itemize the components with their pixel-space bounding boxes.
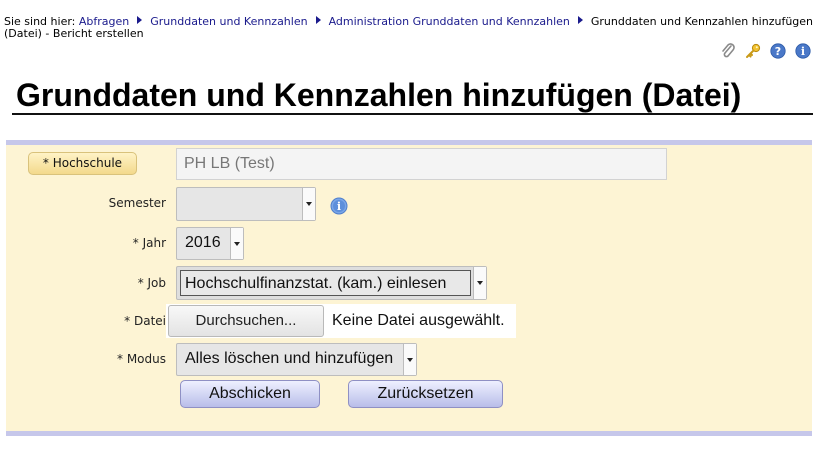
svg-text:i: i <box>801 45 805 58</box>
browse-button[interactable]: Durchsuchen... <box>168 305 324 337</box>
jahr-value: 2016 <box>185 234 221 251</box>
file-status: Keine Datei ausgewählt. <box>332 312 505 329</box>
key-icon[interactable] <box>745 43 761 59</box>
hochschule-field: PH LB (Test) <box>176 148 667 180</box>
svg-text:?: ? <box>775 45 781 58</box>
chevron-down-icon <box>230 228 243 259</box>
hochschule-label-button[interactable]: * Hochschule <box>28 152 137 175</box>
modus-select[interactable]: Alles löschen und hinzufügen <box>176 343 417 376</box>
breadcrumb-arrow-icon <box>137 16 143 24</box>
title-divider <box>12 113 813 115</box>
modus-label: * Modus <box>117 352 166 366</box>
breadcrumb-arrow-icon <box>577 16 583 24</box>
semester-info-icon[interactable]: i <box>330 197 348 215</box>
semester-label: Semester <box>108 196 166 210</box>
breadcrumb-link-administration[interactable]: Administration Grunddaten und Kennzahlen <box>329 15 570 28</box>
breadcrumb-arrow-icon <box>315 16 321 24</box>
reset-button[interactable]: Zurücksetzen <box>348 380 503 408</box>
toolbar: ? i <box>716 43 811 61</box>
breadcrumb-link-grunddaten[interactable]: Grunddaten und Kennzahlen <box>150 15 307 28</box>
breadcrumb: Sie sind hier: Abfragen Grunddaten und Ke… <box>4 16 819 40</box>
info-icon[interactable]: i <box>795 43 811 59</box>
jahr-select[interactable]: 2016 <box>176 227 244 260</box>
page-title: Grunddaten und Kennzahlen hinzufügen (Da… <box>16 77 742 113</box>
jahr-label: * Jahr <box>132 236 166 250</box>
chevron-down-icon <box>403 344 416 375</box>
submit-button[interactable]: Abschicken <box>180 380 320 408</box>
help-icon[interactable]: ? <box>770 43 786 59</box>
job-select[interactable]: Hochschulfinanzstat. (kam.) einlesen <box>176 266 487 300</box>
job-value: Hochschulfinanzstat. (kam.) einlesen <box>185 275 447 292</box>
datei-label: * Datei <box>124 314 166 328</box>
job-label: * Job <box>137 276 166 290</box>
chevron-down-icon <box>473 267 486 299</box>
modus-value: Alles löschen und hinzufügen <box>185 350 394 367</box>
semester-select[interactable] <box>176 187 316 221</box>
chevron-down-icon <box>302 188 315 220</box>
datei-file-input[interactable]: Durchsuchen... Keine Datei ausgewählt. <box>166 304 516 338</box>
svg-text:i: i <box>337 200 341 213</box>
paperclip-icon[interactable] <box>720 43 736 59</box>
